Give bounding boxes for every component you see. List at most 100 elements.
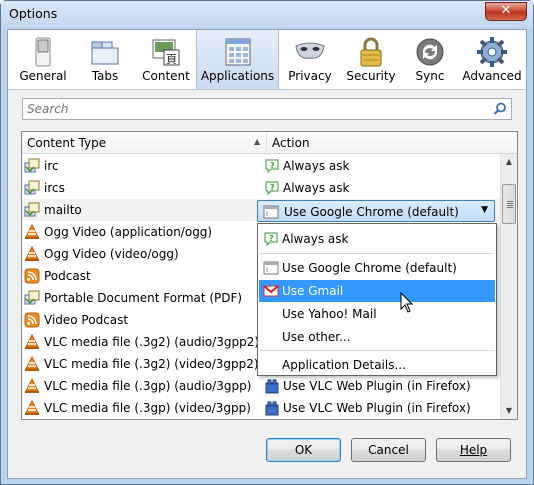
pane-general[interactable]: General <box>12 30 74 89</box>
gmail-icon <box>263 285 279 297</box>
svg-text:?: ? <box>269 234 274 243</box>
pane-label: Sync <box>415 69 445 83</box>
option-application-details[interactable]: Application Details... <box>259 354 495 376</box>
pane-advanced[interactable]: Advanced <box>459 30 525 89</box>
option-yahoo-mail[interactable]: Use Yahoo! Mail <box>259 303 495 325</box>
always-ask-icon: ? <box>264 158 280 174</box>
content-type-label: Video Podcast <box>44 313 129 327</box>
action-label: Always ask <box>283 181 350 195</box>
column-header-action[interactable]: Action <box>272 136 310 150</box>
pane-label: Content <box>142 69 190 83</box>
chevron-down-icon[interactable]: ▼ <box>481 205 488 215</box>
content-icon: 頁 <box>152 39 180 66</box>
vertical-scrollbar[interactable]: ▲ ▼ <box>500 154 517 419</box>
svg-text:?: ? <box>270 183 275 192</box>
feed-icon <box>24 268 40 284</box>
action-combobox[interactable]: Use Google Chrome (default) ▼ <box>257 200 495 222</box>
content-type-label: Ogg Video (application/ogg) <box>44 225 213 239</box>
plugin-icon <box>264 378 280 394</box>
content-type-label: VLC media file (.3g2) (video/3gpp2) <box>44 357 259 371</box>
protocol-icon <box>24 290 40 306</box>
vlc-cone-icon <box>24 223 40 240</box>
combo-value: Use Google Chrome (default) <box>284 205 459 219</box>
action-label: Use VLC Web Plugin (in Firefox) <box>283 379 471 393</box>
pane-privacy[interactable]: Privacy <box>279 30 341 89</box>
action-label: Always ask <box>283 159 350 173</box>
column-divider[interactable] <box>266 132 267 154</box>
pane-sync[interactable]: Sync <box>401 30 459 89</box>
sort-ascending-icon: ▲ <box>254 137 261 146</box>
scrollbar-thumb[interactable] <box>502 184 516 224</box>
content-type-label: ircs <box>44 181 65 195</box>
scroll-down-arrow-icon[interactable]: ▼ <box>501 403 517 419</box>
search-input[interactable] <box>27 102 477 116</box>
lock-icon <box>360 37 382 67</box>
table-row[interactable]: VLC media file (.3gp) (video/3gpp) Use VL… <box>22 397 500 419</box>
gear-icon <box>477 37 507 67</box>
content-type-label: VLC media file (.3gp) (audio/3gpp) <box>44 379 252 393</box>
app-window-icon <box>263 205 279 219</box>
plugin-icon <box>264 400 280 416</box>
pane-label: Tabs <box>91 69 119 83</box>
option-label: Use Google Chrome (default) <box>282 261 457 275</box>
content-type-label: Podcast <box>44 269 91 283</box>
always-ask-icon: ? <box>264 232 278 247</box>
preferences-toolbar: General Tabs 頁 Content Applications Priv… <box>8 30 526 90</box>
separator <box>260 253 494 254</box>
pane-content[interactable]: 頁 Content <box>136 30 196 89</box>
vlc-cone-icon <box>24 399 40 416</box>
action-label: Use VLC Web Plugin (in Firefox) <box>283 401 471 415</box>
protocol-icon <box>24 158 40 174</box>
option-use-other[interactable]: Use other... <box>259 326 495 348</box>
vlc-cone-icon <box>24 245 40 262</box>
column-header-content-type[interactable]: Content Type <box>27 136 106 150</box>
option-label: Always ask <box>282 232 349 246</box>
ok-button[interactable]: OK <box>266 438 341 462</box>
vlc-cone-icon <box>24 377 40 394</box>
cancel-button[interactable]: Cancel <box>351 438 426 462</box>
close-button[interactable]: ✕ <box>485 2 527 21</box>
mouse-cursor-icon <box>400 292 414 313</box>
option-label: Use other... <box>282 330 351 344</box>
option-use-gmail[interactable]: Use Gmail <box>259 280 495 302</box>
pane-label: Security <box>346 69 396 83</box>
content-type-label: Portable Document Format (PDF) <box>44 291 243 305</box>
options-window: Options ✕ General Tabs 頁 Content Applica… <box>0 0 534 485</box>
option-always-ask[interactable]: ? Always ask <box>259 228 495 250</box>
table-row[interactable]: VLC media file (.3gp) (audio/3gpp) Use VL… <box>22 375 500 397</box>
pane-label: General <box>19 69 67 83</box>
action-dropdown-list: ? Always ask Use Google Chrome (default)… <box>257 223 497 376</box>
pane-tabs[interactable]: Tabs <box>74 30 136 89</box>
vlc-cone-icon <box>24 333 40 350</box>
content-type-label: VLC media file (.3gp) (video/3gpp) <box>44 401 251 415</box>
mask-icon <box>295 42 325 59</box>
help-button[interactable]: Help <box>436 438 511 462</box>
sync-icon <box>416 38 444 66</box>
protocol-icon <box>24 202 40 218</box>
pane-applications[interactable]: Applications <box>196 30 279 89</box>
list-header: Content Type ▲ Action <box>22 132 517 154</box>
pane-label: Privacy <box>288 69 332 83</box>
pane-security[interactable]: Security <box>341 30 401 89</box>
table-row[interactable]: ircs? Always ask <box>22 177 500 199</box>
window-title: Options <box>9 6 58 21</box>
pane-label: Advanced <box>462 69 522 83</box>
applications-icon <box>225 38 250 66</box>
feed-icon <box>24 312 40 328</box>
tabs-icon <box>91 41 119 65</box>
content-type-label: VLC media file (.3g2) (audio/3gpp2) <box>44 335 260 349</box>
search-icon[interactable] <box>493 102 507 116</box>
always-ask-icon: ? <box>264 180 280 196</box>
vlc-cone-icon <box>24 355 40 372</box>
grip-icon <box>507 201 513 208</box>
table-row[interactable]: irc? Always ask <box>22 155 500 177</box>
content-type-label: irc <box>44 159 59 173</box>
option-google-chrome[interactable]: Use Google Chrome (default) <box>259 257 495 279</box>
option-label: Use Yahoo! Mail <box>282 307 377 321</box>
content-type-label: Ogg Video (video/ogg) <box>44 247 179 261</box>
search-box[interactable] <box>22 98 512 120</box>
pane-label: Applications <box>200 69 275 83</box>
title-bar[interactable]: Options ✕ <box>1 1 533 29</box>
scroll-up-arrow-icon[interactable]: ▲ <box>501 154 517 170</box>
svg-text:?: ? <box>270 161 275 170</box>
